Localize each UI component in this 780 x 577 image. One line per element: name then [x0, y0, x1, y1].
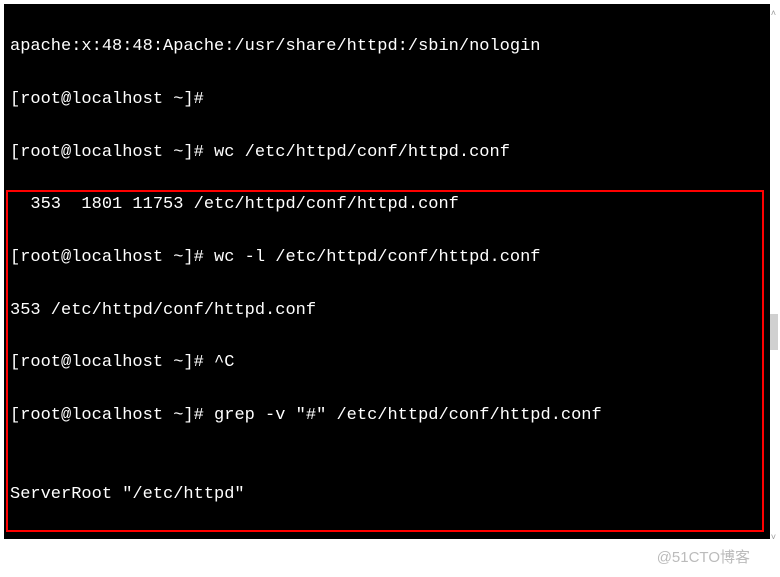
scroll-down-icon[interactable]: ˅ [770, 534, 777, 542]
prompt-line: [root@localhost ~]# grep -v "#" /etc/htt… [10, 403, 764, 429]
prompt: [root@localhost ~]# [10, 143, 214, 162]
output-line: 353 /etc/httpd/conf/httpd.conf [10, 298, 764, 324]
prompt-line: [root@localhost ~]# ^C [10, 350, 764, 376]
command-text: ^C [214, 353, 234, 372]
command-text: wc /etc/httpd/conf/httpd.conf [214, 143, 510, 162]
prompt-line: [root@localhost ~]# [10, 87, 764, 113]
output-line: ServerRoot "/etc/httpd" [10, 482, 764, 508]
output-line: apache:x:48:48:Apache:/usr/share/httpd:/… [10, 34, 764, 60]
scroll-up-icon[interactable]: ˄ [770, 10, 777, 18]
prompt: [root@localhost ~]# [10, 406, 214, 425]
prompt: [root@localhost ~]# [10, 248, 214, 267]
command-text: wc -l /etc/httpd/conf/httpd.conf [214, 248, 540, 267]
prompt-line: [root@localhost ~]# wc -l /etc/httpd/con… [10, 245, 764, 271]
terminal-window[interactable]: apache:x:48:48:Apache:/usr/share/httpd:/… [4, 4, 770, 539]
prompt: [root@localhost ~]# [10, 353, 214, 372]
command-text: grep -v "#" /etc/httpd/conf/httpd.conf [214, 406, 602, 425]
scrollbar-thumb[interactable] [770, 314, 778, 350]
prompt-line: [root@localhost ~]# wc /etc/httpd/conf/h… [10, 140, 764, 166]
output-line: 353 1801 11753 /etc/httpd/conf/httpd.con… [10, 192, 764, 218]
watermark-text: @51CTO博客 [657, 546, 750, 569]
scrollbar-track[interactable] [770, 8, 778, 543]
